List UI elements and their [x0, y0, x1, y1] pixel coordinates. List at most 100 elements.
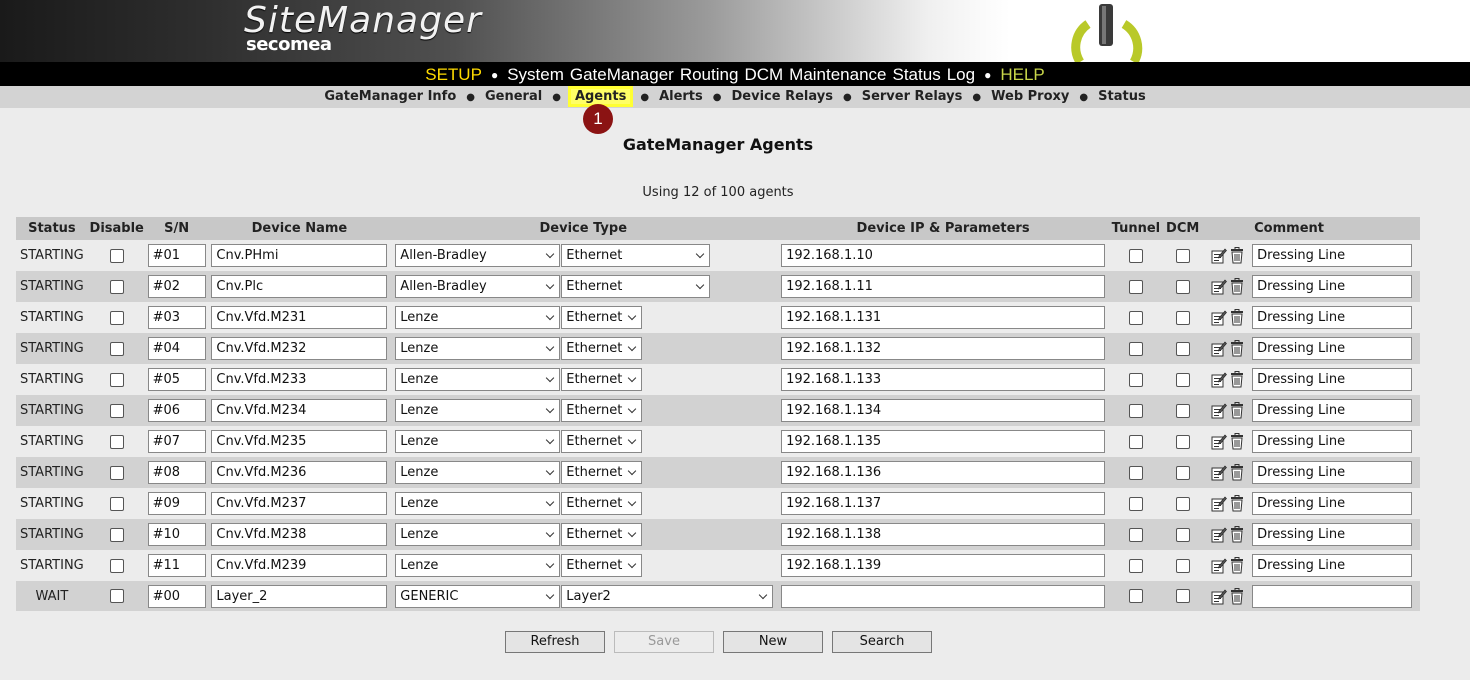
trash-icon[interactable] [1229, 464, 1245, 481]
device-subtype-select[interactable]: Ethernet [561, 275, 711, 298]
topnav-item-system[interactable]: System [507, 65, 564, 84]
device-ip-field[interactable]: 192.168.1.138 [781, 523, 1106, 546]
device-subtype-select[interactable]: Ethernet [561, 461, 643, 484]
disable-checkbox[interactable] [109, 341, 124, 356]
tunnel-checkbox[interactable] [1128, 434, 1143, 449]
device-name-field[interactable]: Cnv.Vfd.M238 [211, 523, 388, 546]
tunnel-checkbox[interactable] [1128, 589, 1143, 603]
edit-icon[interactable] [1211, 526, 1228, 543]
device-type-select[interactable]: Lenze [395, 492, 561, 515]
tunnel-checkbox[interactable] [1128, 248, 1143, 263]
disable-checkbox[interactable] [109, 372, 124, 387]
edit-icon[interactable] [1211, 247, 1228, 264]
sn-field[interactable]: #11 [147, 554, 206, 577]
trash-icon[interactable] [1229, 433, 1245, 450]
device-type-select[interactable]: Lenze [395, 523, 561, 546]
sn-field[interactable]: #01 [147, 244, 206, 267]
comment-field[interactable]: Dressing Line [1252, 430, 1413, 453]
trash-icon[interactable] [1229, 526, 1245, 543]
device-name-field[interactable]: Cnv.Vfd.M234 [211, 399, 388, 422]
subnav-item-device-relays[interactable]: Device Relays [732, 89, 833, 104]
device-type-select[interactable]: Allen-Bradley [395, 275, 561, 298]
device-subtype-select[interactable]: Ethernet [561, 492, 643, 515]
disable-checkbox[interactable] [109, 465, 124, 480]
device-type-select[interactable]: Lenze [395, 337, 561, 360]
device-type-select[interactable]: Lenze [395, 430, 561, 453]
device-ip-field[interactable]: 192.168.1.134 [781, 399, 1106, 422]
device-subtype-select[interactable]: Layer2 [561, 584, 774, 608]
disable-checkbox[interactable] [109, 248, 124, 263]
topnav-item-dcm[interactable]: DCM [744, 65, 783, 84]
device-ip-field[interactable] [781, 584, 1106, 608]
device-name-field[interactable]: Cnv.Vfd.M231 [211, 306, 388, 329]
device-name-field[interactable]: Cnv.Plc [211, 275, 388, 298]
comment-field[interactable]: Dressing Line [1252, 306, 1413, 329]
device-name-field[interactable]: Cnv.Vfd.M239 [211, 554, 388, 577]
comment-field[interactable]: Dressing Line [1252, 399, 1413, 422]
disable-checkbox[interactable] [109, 558, 124, 573]
search-button[interactable]: Search [832, 631, 932, 653]
tunnel-checkbox[interactable] [1128, 465, 1143, 480]
device-ip-field[interactable]: 192.168.1.11 [781, 275, 1106, 298]
trash-icon[interactable] [1229, 371, 1245, 388]
disable-checkbox[interactable] [109, 279, 124, 294]
edit-icon[interactable] [1211, 278, 1228, 295]
subnav-item-status[interactable]: Status [1098, 89, 1146, 104]
refresh-button[interactable]: Refresh [505, 631, 605, 653]
dcm-checkbox[interactable] [1175, 403, 1190, 418]
tunnel-checkbox[interactable] [1128, 527, 1143, 542]
trash-icon[interactable] [1229, 278, 1245, 295]
device-ip-field[interactable]: 192.168.1.133 [781, 368, 1106, 391]
device-subtype-select[interactable]: Ethernet [561, 306, 643, 329]
device-name-field[interactable]: Cnv.Vfd.M236 [211, 461, 388, 484]
topnav-item-status[interactable]: Status [893, 65, 941, 84]
comment-field[interactable]: Dressing Line [1252, 337, 1413, 360]
device-subtype-select[interactable]: Ethernet [561, 554, 643, 577]
trash-icon[interactable] [1229, 495, 1245, 512]
device-subtype-select[interactable]: Ethernet [561, 430, 643, 453]
save-button[interactable]: Save [614, 631, 714, 653]
sn-field[interactable]: #04 [147, 337, 206, 360]
subnav-item-gatemanager-info[interactable]: GateManager Info [324, 89, 456, 104]
tunnel-checkbox[interactable] [1128, 310, 1143, 325]
edit-icon[interactable] [1211, 557, 1228, 574]
tunnel-checkbox[interactable] [1128, 279, 1143, 294]
dcm-checkbox[interactable] [1175, 589, 1190, 603]
trash-icon[interactable] [1229, 557, 1245, 574]
device-type-select[interactable]: Lenze [395, 461, 561, 484]
device-type-select[interactable]: Allen-Bradley [395, 244, 561, 267]
dcm-checkbox[interactable] [1175, 310, 1190, 325]
edit-icon[interactable] [1211, 340, 1228, 357]
device-ip-field[interactable]: 192.168.1.136 [781, 461, 1106, 484]
sn-field[interactable]: #02 [147, 275, 206, 298]
sn-field[interactable]: #09 [147, 492, 206, 515]
new-button[interactable]: New [723, 631, 823, 653]
sn-field[interactable]: #03 [147, 306, 206, 329]
topnav-item-help[interactable]: HELP [1000, 65, 1044, 84]
device-name-field[interactable]: Cnv.Vfd.M232 [211, 337, 388, 360]
tunnel-checkbox[interactable] [1128, 341, 1143, 356]
topnav-item-gatemanager[interactable]: GateManager [570, 65, 674, 84]
sn-field[interactable]: #08 [147, 461, 206, 484]
disable-checkbox[interactable] [109, 434, 124, 449]
topnav-item-maintenance[interactable]: Maintenance [789, 65, 886, 84]
comment-field[interactable]: Dressing Line [1252, 492, 1413, 515]
comment-field[interactable] [1252, 584, 1413, 608]
dcm-checkbox[interactable] [1175, 465, 1190, 480]
device-name-field[interactable]: Cnv.Vfd.M233 [211, 368, 388, 391]
device-ip-field[interactable]: 192.168.1.10 [781, 244, 1106, 267]
subnav-item-server-relays[interactable]: Server Relays [862, 89, 963, 104]
sn-field[interactable]: #10 [147, 523, 206, 546]
topnav-item-log[interactable]: Log [947, 65, 975, 84]
device-subtype-select[interactable]: Ethernet [561, 244, 711, 267]
edit-icon[interactable] [1211, 433, 1228, 450]
topnav-item-setup[interactable]: SETUP [425, 65, 482, 84]
dcm-checkbox[interactable] [1175, 279, 1190, 294]
sn-field[interactable]: #06 [147, 399, 206, 422]
device-type-select[interactable]: Lenze [395, 306, 561, 329]
tunnel-checkbox[interactable] [1128, 403, 1143, 418]
device-name-field[interactable]: Cnv.Vfd.M237 [211, 492, 388, 515]
device-name-field[interactable]: Cnv.Vfd.M235 [211, 430, 388, 453]
device-type-select[interactable]: Lenze [395, 554, 561, 577]
tunnel-checkbox[interactable] [1128, 372, 1143, 387]
